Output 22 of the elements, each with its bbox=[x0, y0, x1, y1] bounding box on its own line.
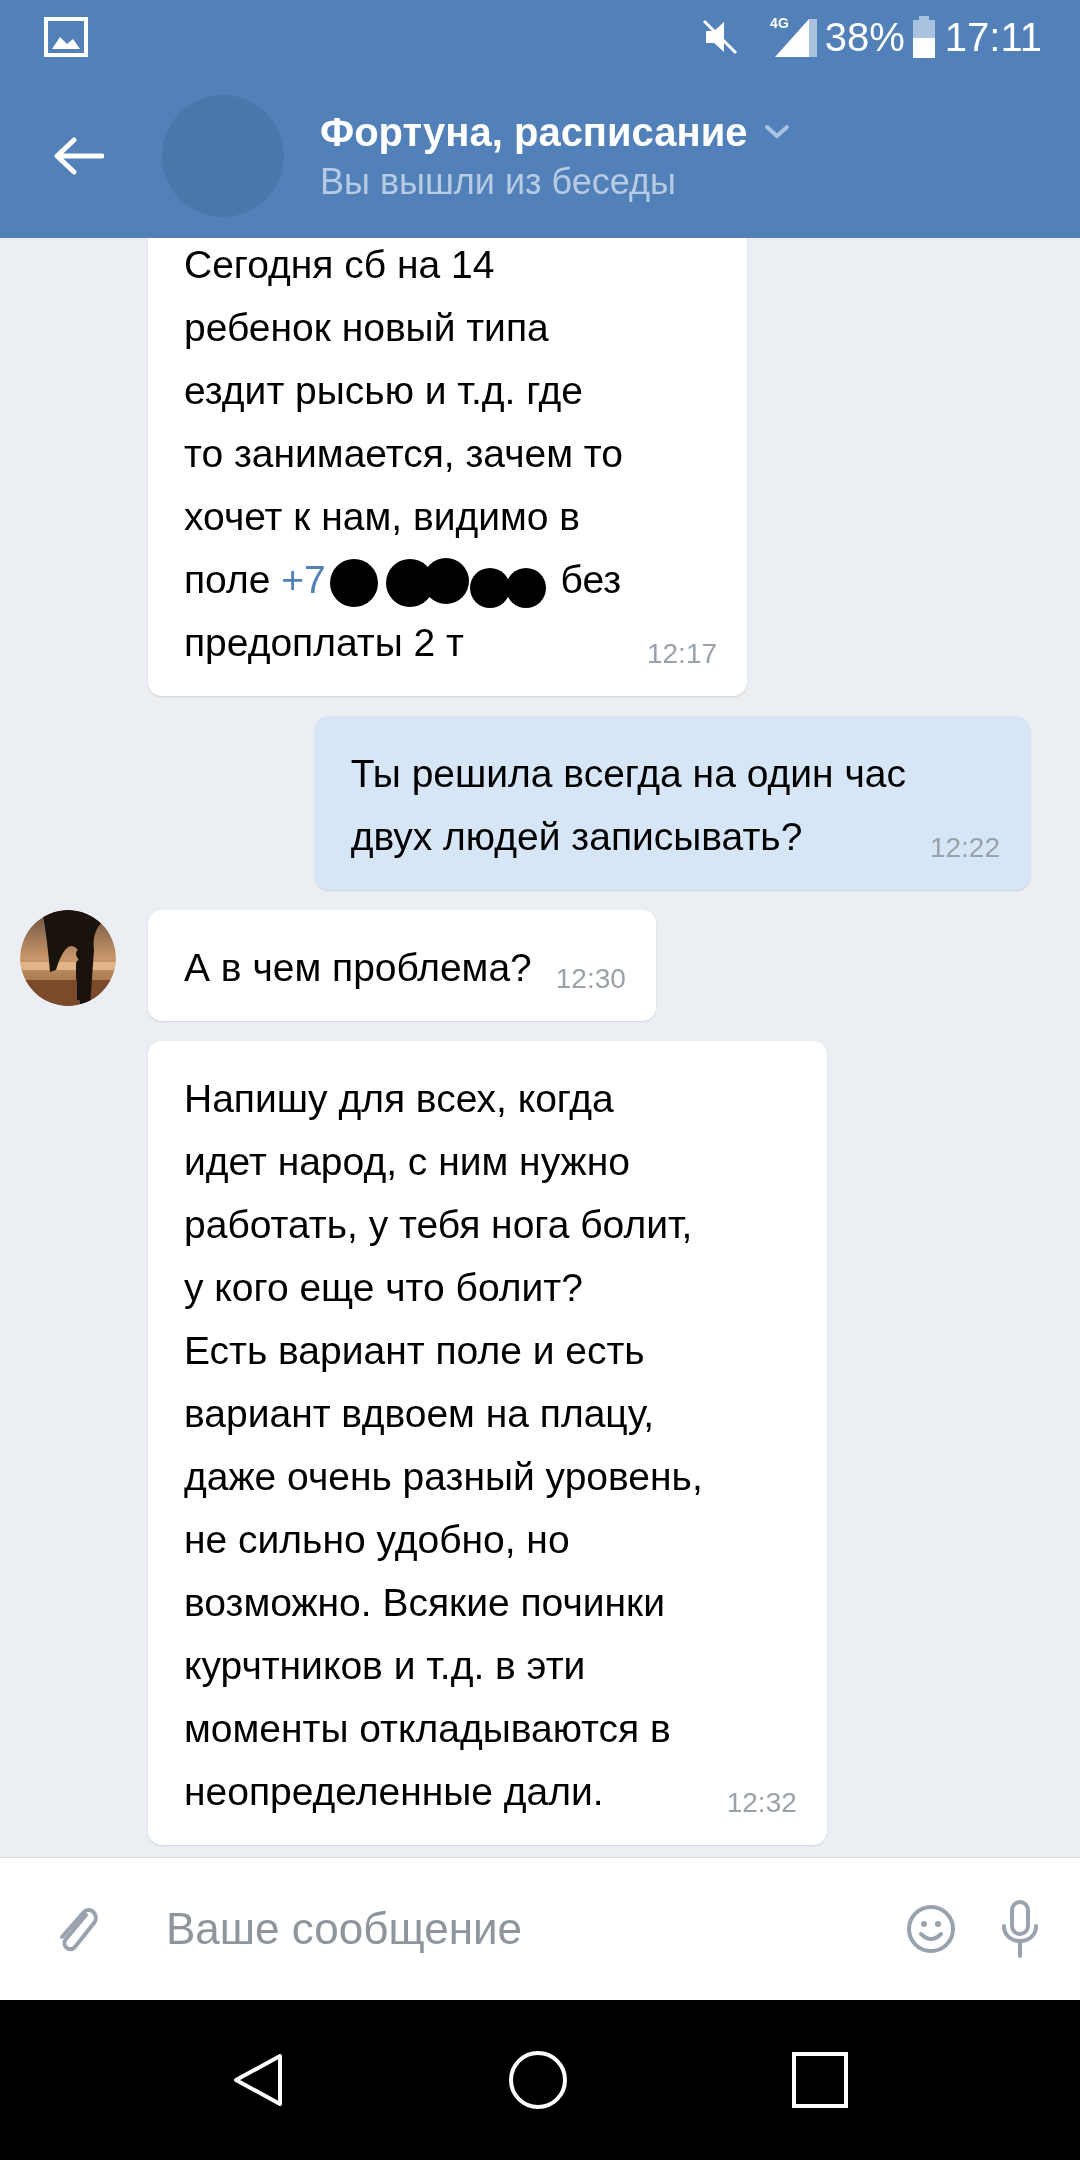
smiley-icon[interactable] bbox=[906, 1904, 956, 1954]
message-text: Сегодня сб на 14 ребенок новый типа ездит рысью и т.д. где то занимается, зачем то хочет к нам, видимо в поле +7 без предоплаты 2 т bbox=[184, 242, 623, 666]
microphone-icon[interactable] bbox=[1000, 1900, 1040, 1958]
chevron-down-icon[interactable] bbox=[763, 124, 790, 140]
message-time: 12:17 bbox=[646, 638, 718, 670]
message-text: А в чем проблема? bbox=[184, 945, 532, 991]
network-label: 4G bbox=[770, 15, 789, 31]
home-nav-icon[interactable] bbox=[508, 2050, 568, 2110]
battery-percent: 38% bbox=[824, 14, 905, 60]
clock: 17:11 bbox=[944, 14, 1042, 60]
chat-title[interactable]: Фортуна, расписание bbox=[320, 109, 748, 155]
battery-icon bbox=[912, 16, 935, 58]
message-time: 12:30 bbox=[555, 963, 626, 995]
message-time: 12:22 bbox=[929, 832, 1000, 864]
message-text: Ты решила всегда на один час двух людей записывать? bbox=[350, 751, 906, 860]
message-time: 12:32 bbox=[726, 1787, 797, 1819]
chat-subtitle: Вы вышли из беседы bbox=[320, 160, 677, 203]
message-text: Напишу для всех, когда идет народ, с ним нужно работать, у тебя нога болит, у кого еще что болит? Есть вариант поле и есть вариант вдвоем на плацу, даже очень разный уровень, не сильно удобно, но возможно. Всякие починки курчтников и т.д. в эти моменты откладываются в неопределенные дали. bbox=[184, 1076, 703, 1815]
recents-nav-icon[interactable] bbox=[792, 2052, 848, 2108]
phone-link[interactable]: +7 bbox=[281, 558, 326, 601]
back-nav-icon[interactable] bbox=[232, 2052, 284, 2108]
image-icon bbox=[44, 17, 88, 57]
